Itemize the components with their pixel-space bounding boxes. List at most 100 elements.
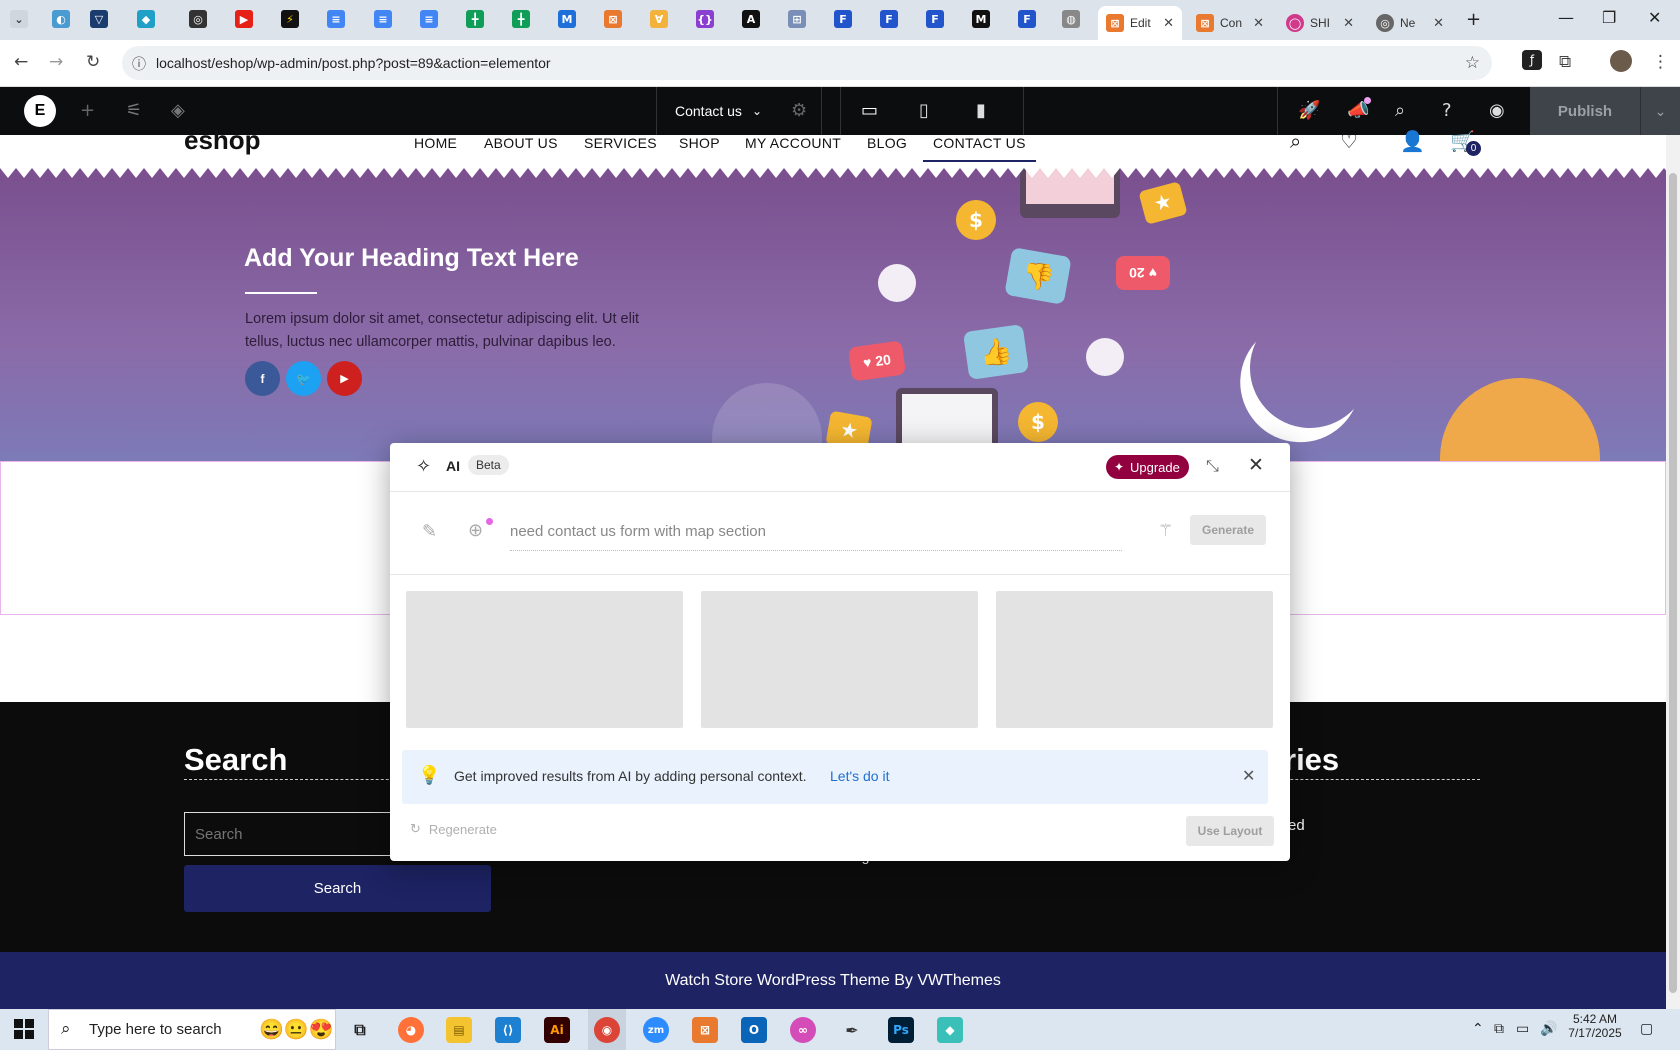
search-icon[interactable]: ⌕: [1290, 129, 1301, 153]
profile-avatar[interactable]: [1610, 50, 1632, 72]
pinned-tab-icon[interactable]: ⊞: [788, 10, 806, 28]
pinned-tab-icon[interactable]: ◆: [137, 10, 155, 28]
creative-cloud-icon[interactable]: ∞: [790, 1017, 816, 1043]
taskbar-search-box[interactable]: ⌕ Type here to search 😄😐😍: [48, 1009, 336, 1050]
pinned-tab-icon[interactable]: ▽: [90, 10, 108, 28]
close-modal-icon[interactable]: ✕: [1248, 454, 1264, 476]
account-user-icon[interactable]: 👤: [1400, 129, 1425, 153]
close-icon[interactable]: ✕: [1343, 15, 1354, 31]
restore-icon[interactable]: ❐: [1602, 8, 1616, 27]
elementor-logo-icon[interactable]: E: [24, 95, 56, 127]
docs-tab-icon[interactable]: ≡: [420, 10, 438, 28]
site-settings-icon[interactable]: ⚟: [126, 100, 142, 121]
page-settings-gear-icon[interactable]: ⚙: [791, 100, 807, 121]
sheets-tab-icon[interactable]: ╋: [512, 10, 530, 28]
close-icon[interactable]: ✕: [1163, 15, 1174, 31]
menu-item-contact[interactable]: CONTACT US: [933, 135, 1026, 151]
preview-eye-icon[interactable]: ◉: [1489, 100, 1505, 121]
tray-chevron-icon[interactable]: ⌃: [1472, 1021, 1484, 1037]
network-icon[interactable]: ▭: [1516, 1021, 1529, 1037]
chrome-icon[interactable]: ◉: [594, 1017, 620, 1043]
window-close-icon[interactable]: ✕: [1648, 8, 1661, 27]
notifications-icon[interactable]: ▢: [1640, 1021, 1653, 1037]
youtube-tab-icon[interactable]: ▶: [235, 10, 253, 28]
sheets-tab-icon[interactable]: ╋: [466, 10, 484, 28]
xampp-icon[interactable]: ⊠: [692, 1017, 718, 1043]
footer-search-input[interactable]: [184, 812, 394, 856]
generate-button[interactable]: Generate: [1190, 515, 1266, 545]
wishlist-heart-icon[interactable]: ♡: [1340, 129, 1358, 153]
facebook-icon[interactable]: f: [245, 361, 280, 396]
windows-start-icon[interactable]: [14, 1019, 34, 1039]
pinned-tab-icon[interactable]: M: [558, 10, 576, 28]
footer-search-button[interactable]: Search: [184, 865, 491, 912]
minimize-modal-icon[interactable]: ⤡: [1206, 456, 1219, 476]
youtube-icon[interactable]: ▶: [327, 361, 362, 396]
use-layout-button[interactable]: Use Layout: [1186, 816, 1274, 846]
close-icon[interactable]: ✕: [1433, 15, 1444, 31]
menu-item-blog[interactable]: BLOG: [867, 135, 907, 151]
site-logo[interactable]: eshop: [184, 125, 261, 156]
menu-item-about[interactable]: ABOUT US: [484, 135, 558, 151]
browser-menu-icon[interactable]: ⋮: [1652, 52, 1669, 72]
tray-app-icon[interactable]: ⧉: [1494, 1021, 1504, 1037]
enhance-prompt-wand-icon[interactable]: ⚚: [1158, 521, 1173, 541]
pinned-tab-icon[interactable]: F: [880, 10, 898, 28]
task-view-icon[interactable]: ⧉: [347, 1017, 373, 1043]
photoshop-icon[interactable]: Ps: [888, 1017, 914, 1043]
pinned-tab-icon[interactable]: F: [926, 10, 944, 28]
publish-button[interactable]: Publish: [1530, 87, 1640, 135]
outlook-icon[interactable]: O: [741, 1017, 767, 1043]
file-explorer-icon[interactable]: ▤: [446, 1017, 472, 1043]
vscode-icon[interactable]: ⟨⟩: [495, 1017, 521, 1043]
volume-icon[interactable]: 🔊: [1540, 1021, 1557, 1037]
layout-preview-placeholder[interactable]: [701, 591, 978, 728]
firefox-icon[interactable]: ◕: [398, 1017, 424, 1043]
tablet-view-icon[interactable]: ▯: [919, 100, 929, 121]
zoom-icon[interactable]: zm: [643, 1017, 669, 1043]
bookmark-star-icon[interactable]: ☆: [1465, 53, 1480, 73]
back-icon[interactable]: ←: [14, 52, 28, 72]
twitter-icon[interactable]: 🐦: [286, 361, 321, 396]
forward-icon[interactable]: →: [49, 52, 63, 72]
illustrator-icon[interactable]: Ai: [544, 1017, 570, 1043]
publish-options-chevron-icon[interactable]: ⌄: [1640, 87, 1680, 135]
structure-layers-icon[interactable]: ◈: [171, 100, 185, 121]
pinned-tab-icon[interactable]: ∀: [650, 10, 668, 28]
globe-icon[interactable]: ◍: [1062, 10, 1080, 28]
pinned-tab-icon[interactable]: F: [1018, 10, 1036, 28]
menu-item-services[interactable]: SERVICES: [584, 135, 657, 151]
add-attachment-icon[interactable]: ⊕: [468, 520, 483, 541]
upgrade-button[interactable]: ✦ Upgrade: [1106, 455, 1189, 479]
tip-link[interactable]: Let's do it: [830, 768, 890, 784]
menu-item-my-account[interactable]: MY ACCOUNT: [745, 135, 841, 151]
clock[interactable]: 5:42 AM 7/17/2025: [1560, 1012, 1630, 1040]
docs-tab-icon[interactable]: ≡: [327, 10, 345, 28]
hero-heading[interactable]: Add Your Heading Text Here: [244, 244, 579, 273]
pen-tool-icon[interactable]: ✒: [839, 1017, 865, 1043]
regenerate-button[interactable]: ↻ Regenerate: [410, 822, 497, 837]
pinned-tab-icon[interactable]: ⚡: [281, 10, 299, 28]
extensions-puzzle-icon[interactable]: ⧉: [1559, 52, 1571, 72]
layout-preview-placeholder[interactable]: [406, 591, 683, 728]
edit-pencil-icon[interactable]: ✎: [422, 521, 437, 542]
docs-tab-icon[interactable]: ≡: [374, 10, 392, 28]
minimize-icon[interactable]: —: [1558, 8, 1574, 27]
page-scrollbar[interactable]: [1666, 135, 1680, 1009]
extension-icon[interactable]: ƒ: [1522, 50, 1542, 70]
menu-item-home[interactable]: HOME: [414, 135, 457, 151]
rocket-icon[interactable]: 🚀: [1298, 100, 1320, 121]
close-icon[interactable]: ✕: [1253, 15, 1264, 31]
tab-shi[interactable]: ◯ SHI ✕: [1278, 6, 1362, 40]
tab-search-icon[interactable]: ⌄: [10, 10, 28, 28]
reload-icon[interactable]: ↻: [86, 52, 100, 72]
xampp-tab-icon[interactable]: ⊠: [604, 10, 622, 28]
footer-right-text[interactable]: ed: [1288, 817, 1305, 834]
app-icon[interactable]: ◆: [937, 1017, 963, 1043]
new-tab-button[interactable]: +: [1466, 9, 1481, 30]
site-info-icon[interactable]: ⓘ: [132, 54, 146, 74]
pinned-tab-icon[interactable]: M: [972, 10, 990, 28]
dismiss-tip-icon[interactable]: ✕: [1242, 766, 1255, 785]
mobile-view-icon[interactable]: ▮: [976, 100, 986, 121]
pinned-tab-icon[interactable]: A: [742, 10, 760, 28]
